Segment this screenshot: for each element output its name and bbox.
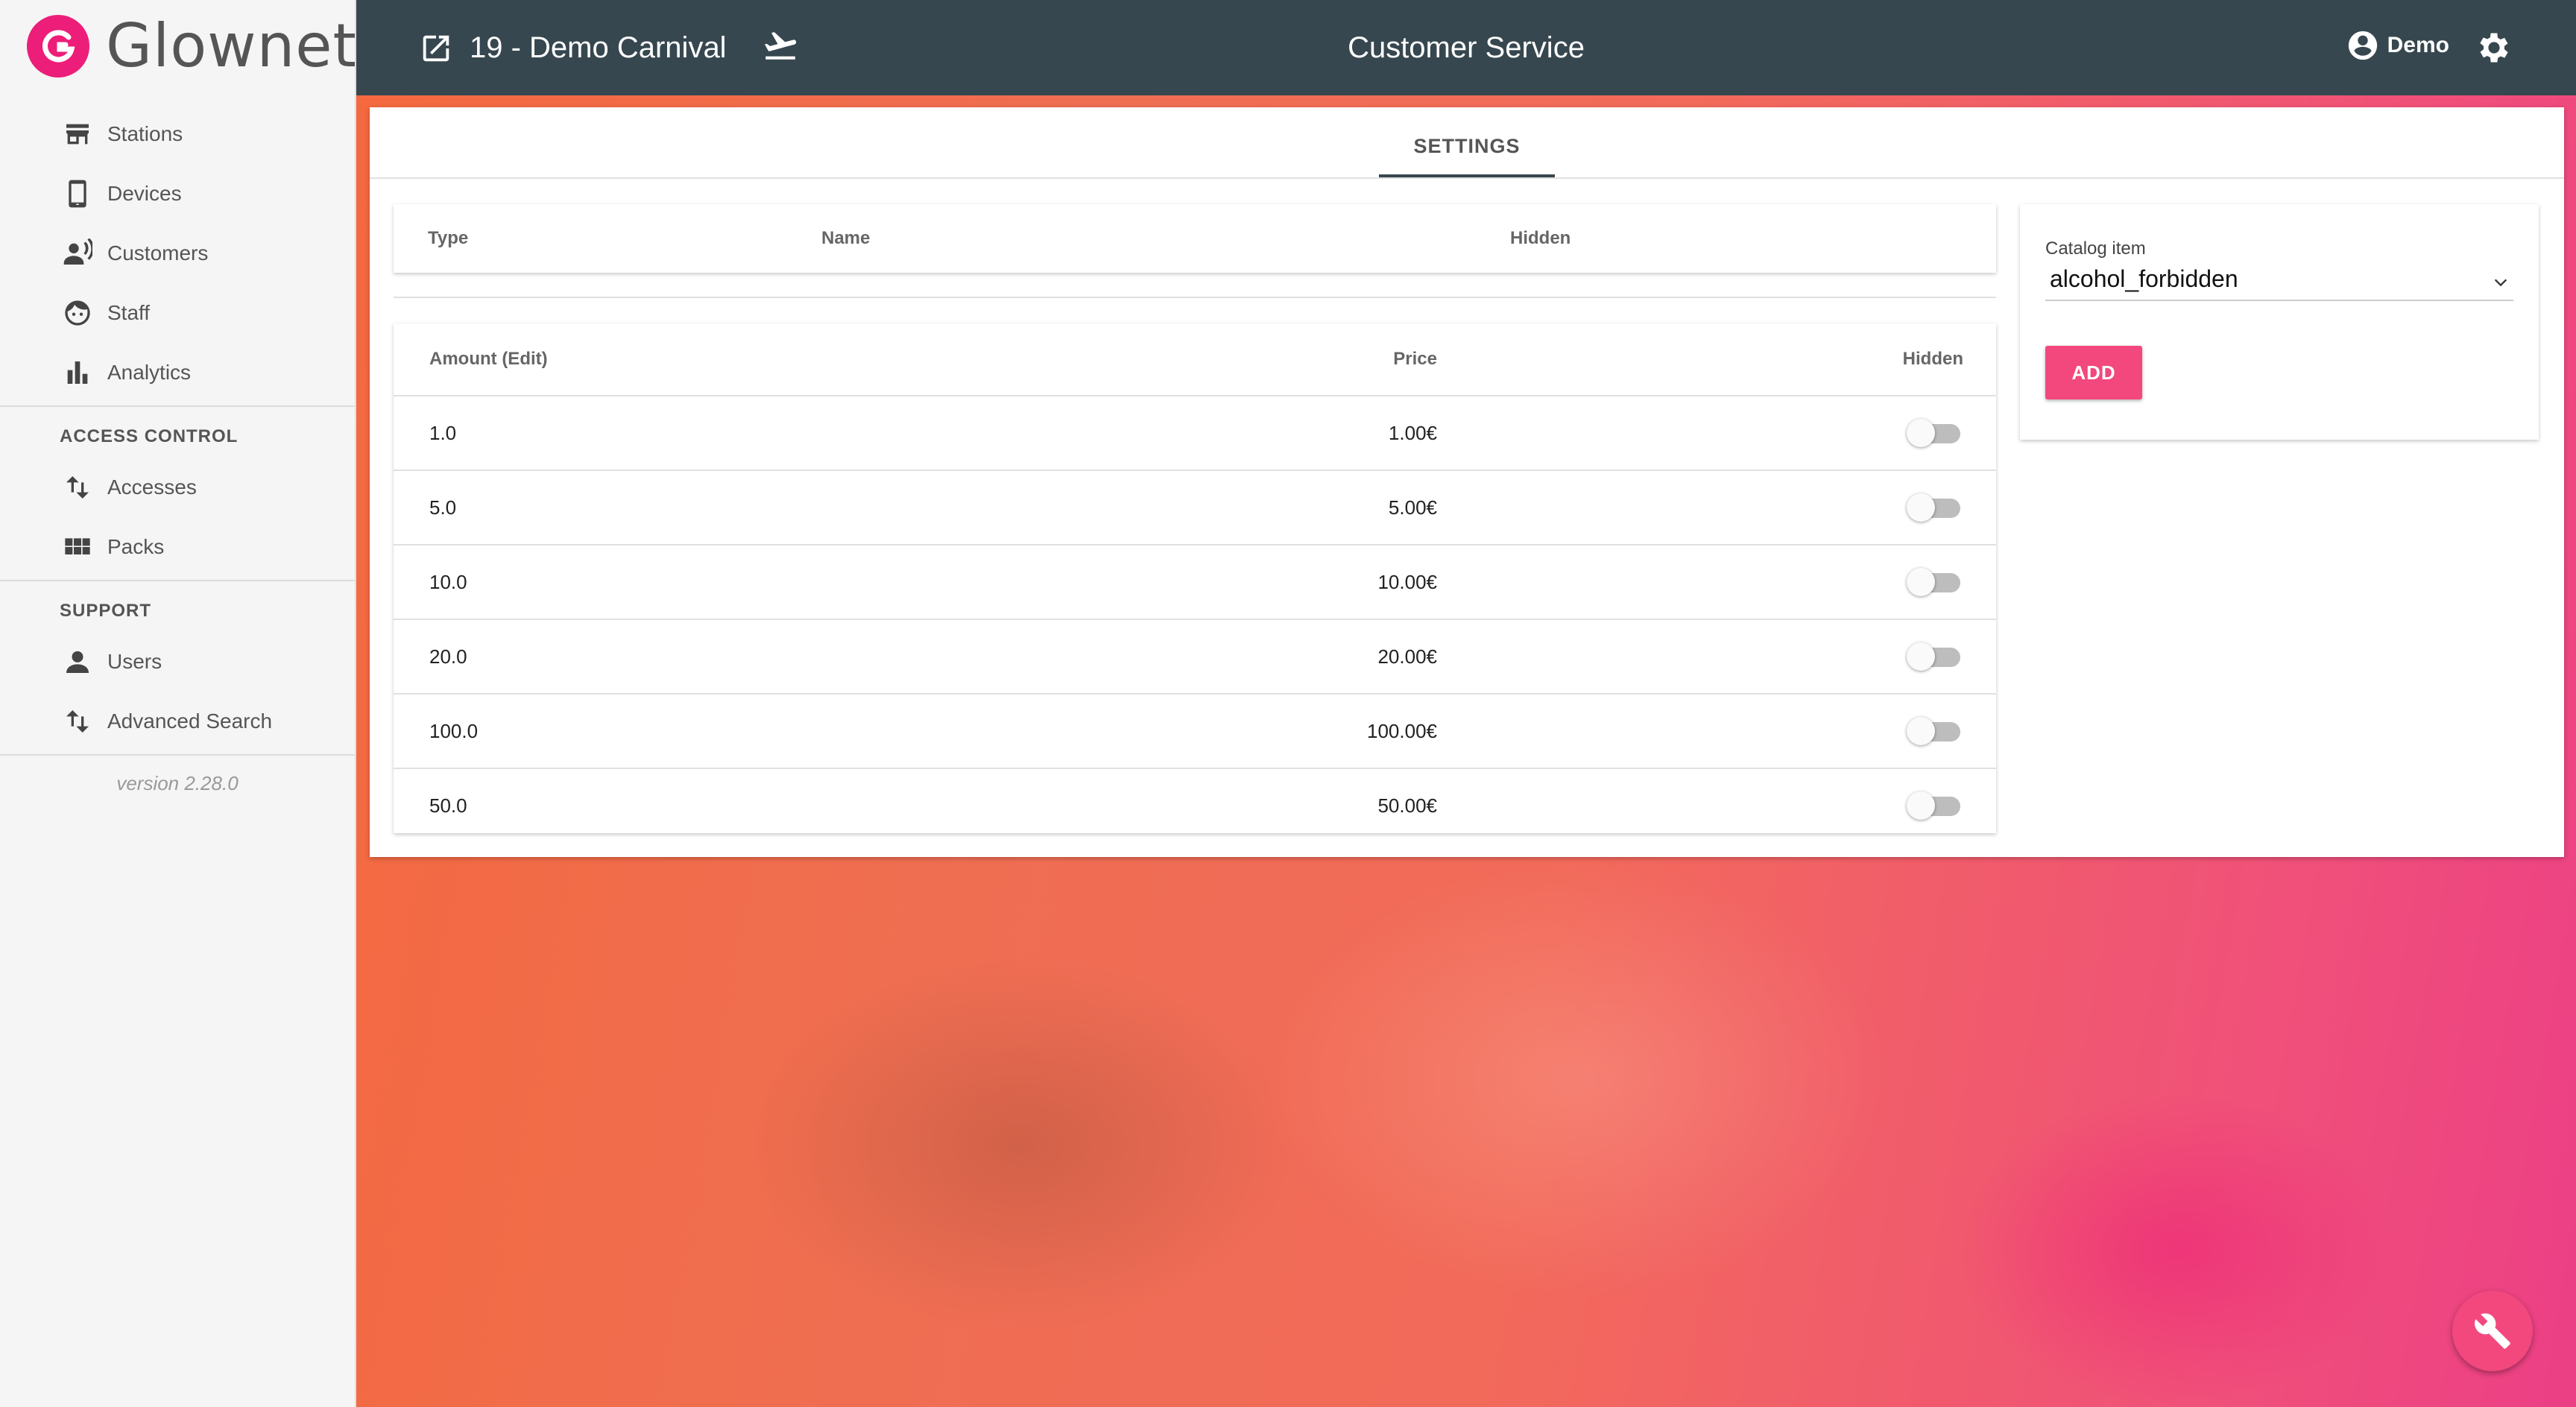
main-panel: SETTINGS Type Name Hidden Amount (Edit) … xyxy=(370,107,2564,857)
hidden-toggle[interactable] xyxy=(1907,419,1963,447)
amount-cell[interactable]: 1.0 xyxy=(429,396,456,469)
app-version: version 2.28.0 xyxy=(116,772,239,794)
sidebar-item-packs[interactable]: Packs xyxy=(0,517,355,577)
section-title-support: SUPPORT xyxy=(60,601,152,621)
hidden-toggle[interactable] xyxy=(1907,791,1963,820)
column-header-price[interactable]: Price xyxy=(1393,323,1437,395)
gear-icon[interactable] xyxy=(2475,28,2513,67)
hidden-toggle[interactable] xyxy=(1907,568,1963,596)
catalog-table: Type Name Hidden xyxy=(394,204,1996,273)
logo[interactable]: Glownet xyxy=(27,15,357,78)
price-cell: 50.00€ xyxy=(1377,794,1437,817)
catalog-item-label: Catalog item xyxy=(2045,238,2146,259)
price-cell: 5.00€ xyxy=(1388,496,1437,519)
sidebar-item-label: Devices xyxy=(107,182,182,205)
person-icon xyxy=(63,647,92,677)
catalog-item-value: alcohol_forbidden xyxy=(2050,265,2238,292)
catalog-item-form: Catalog item alcohol_forbidden ADD xyxy=(2020,204,2539,440)
sidebar-item-advanced-search[interactable]: Advanced Search xyxy=(0,692,355,751)
hidden-toggle[interactable] xyxy=(1907,493,1963,522)
grid-icon xyxy=(63,532,92,562)
column-header-name[interactable]: Name xyxy=(821,204,870,273)
column-header-type[interactable]: Type xyxy=(428,204,468,273)
sidebar: Glownet Stations Devices Customers Staff xyxy=(0,0,356,1407)
bar-chart-icon xyxy=(63,358,92,388)
table-row: 20.0 20.00€ xyxy=(394,620,1996,695)
table-row: 100.0 100.00€ xyxy=(394,695,1996,769)
table-header: Amount (Edit) Price Hidden xyxy=(394,323,1996,396)
tab-bar: SETTINGS xyxy=(370,107,2564,179)
column-header-hidden[interactable]: Hidden xyxy=(1510,204,1570,273)
amount-cell[interactable]: 10.0 xyxy=(429,546,467,619)
table-row: 10.0 10.00€ xyxy=(394,546,1996,620)
price-cell: 10.00€ xyxy=(1377,571,1437,593)
hidden-toggle[interactable] xyxy=(1907,642,1963,671)
amount-cell[interactable]: 50.0 xyxy=(429,769,467,842)
price-cell: 100.00€ xyxy=(1367,720,1437,742)
user-menu[interactable]: Demo xyxy=(2346,28,2449,63)
sidebar-item-label: Advanced Search xyxy=(107,709,273,733)
customers-icon xyxy=(63,238,92,268)
add-button[interactable]: ADD xyxy=(2045,346,2142,399)
catalog-item-select[interactable]: alcohol_forbidden xyxy=(2045,261,2513,301)
sidebar-item-label: Stations xyxy=(107,122,183,145)
sidebar-item-devices[interactable]: Devices xyxy=(0,164,355,224)
account-circle-icon xyxy=(2348,31,2377,60)
amount-cell[interactable]: 5.0 xyxy=(429,471,456,544)
sidebar-item-label: Packs xyxy=(107,535,165,558)
sidebar-item-label: Customers xyxy=(107,241,209,265)
sidebar-item-customers[interactable]: Customers xyxy=(0,224,355,283)
sidebar-item-label: Analytics xyxy=(107,361,192,384)
sidebar-divider xyxy=(0,754,355,756)
tools-fab-button[interactable] xyxy=(2452,1291,2533,1371)
face-icon xyxy=(63,298,92,328)
table-row: 1.0 1.00€ xyxy=(394,396,1996,471)
user-name: Demo xyxy=(2387,33,2449,57)
sidebar-nav: Stations Devices Customers Staff Analyti… xyxy=(0,104,355,795)
swap-vertical-icon xyxy=(63,706,92,736)
table-row: 5.0 5.00€ xyxy=(394,471,1996,546)
sidebar-item-accesses[interactable]: Accesses xyxy=(0,458,355,517)
sidebar-item-label: Accesses xyxy=(107,475,197,499)
brand-name: Glownet xyxy=(106,11,357,80)
sidebar-item-label: Users xyxy=(107,650,162,673)
sidebar-item-staff[interactable]: Staff xyxy=(0,283,355,343)
sidebar-item-stations[interactable]: Stations xyxy=(0,104,355,164)
swap-vertical-icon xyxy=(63,472,92,502)
page-title: Customer Service xyxy=(1348,31,1585,64)
column-header-amount[interactable]: Amount (Edit) xyxy=(429,323,548,395)
wrench-icon xyxy=(2475,1313,2510,1349)
amount-cell[interactable]: 20.0 xyxy=(429,620,467,693)
price-cell: 20.00€ xyxy=(1377,645,1437,668)
table-row: 50.0 50.00€ xyxy=(394,769,1996,842)
column-header-hidden[interactable]: Hidden xyxy=(1903,323,1963,395)
top-bar: 19 - Demo Carnival Customer Service Demo xyxy=(356,0,2576,95)
glownet-logo-icon xyxy=(27,15,89,78)
tab-settings[interactable]: SETTINGS xyxy=(1379,107,1555,177)
section-title-access-control: ACCESS CONTROL xyxy=(60,426,239,446)
store-icon xyxy=(63,119,92,149)
hidden-toggle[interactable] xyxy=(1907,717,1963,745)
amount-cell[interactable]: 100.0 xyxy=(429,695,478,768)
phone-icon xyxy=(63,179,92,209)
price-cell: 1.00€ xyxy=(1388,422,1437,444)
sidebar-divider xyxy=(0,405,355,407)
chevron-down-icon xyxy=(2494,279,2507,287)
amounts-table: Amount (Edit) Price Hidden 1.0 1.00€ 5.0… xyxy=(394,323,1996,833)
sidebar-item-users[interactable]: Users xyxy=(0,632,355,692)
sidebar-divider xyxy=(0,580,355,581)
sidebar-item-analytics[interactable]: Analytics xyxy=(0,343,355,402)
sidebar-item-label: Staff xyxy=(107,301,151,324)
table-divider xyxy=(394,297,1996,298)
